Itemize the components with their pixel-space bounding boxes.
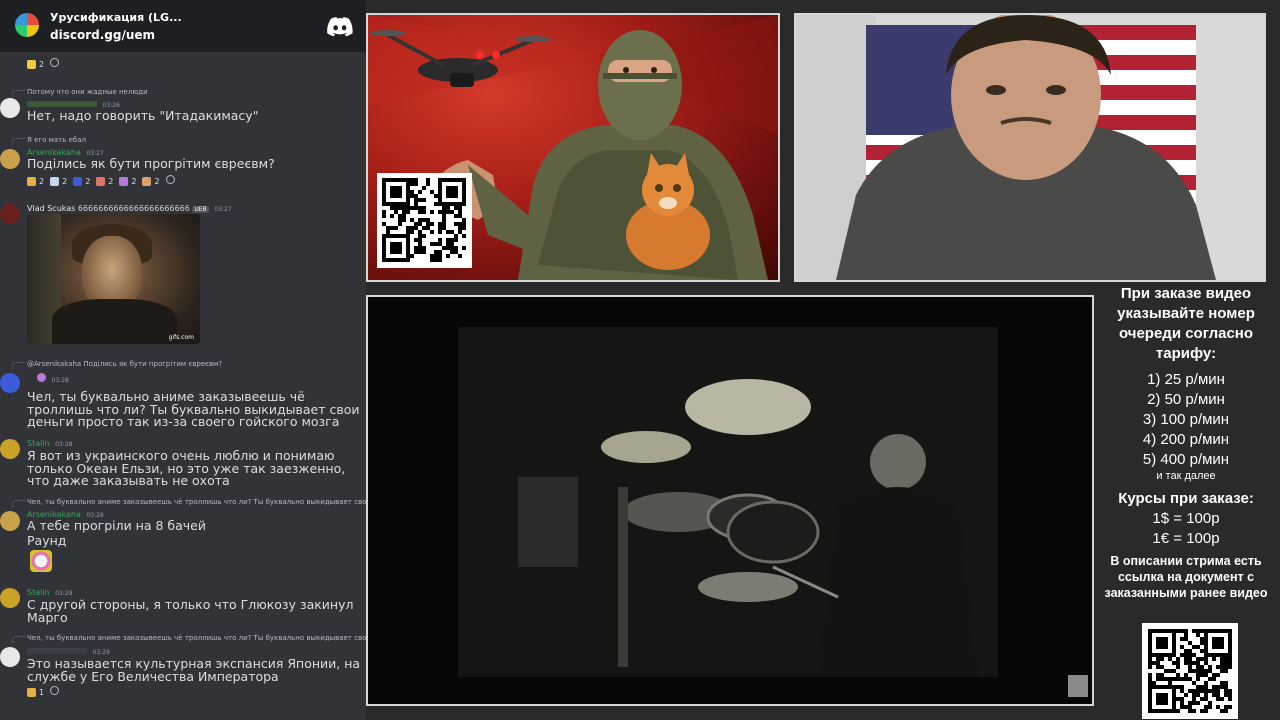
message-author[interactable]: Stalin 03:28 [27, 439, 72, 448]
message-author: 03:29 [27, 647, 110, 656]
order-info-panel: При заказе видео указывайте номер очеред… [1102, 284, 1270, 601]
message-text: Раунд [27, 533, 67, 548]
timestamp: 03:27 [214, 206, 232, 213]
message-text: Поділись як бути прогрітим євреєвм? [27, 156, 275, 171]
avatar[interactable] [0, 204, 20, 224]
message-text: Нет, надо говорить "Итадакимасу" [27, 108, 259, 123]
gif-body [52, 299, 177, 344]
chat-message: Я его мать ебал Arsenikakaha 03:27 Поділ… [0, 134, 366, 190]
discord-logo-icon [327, 17, 353, 37]
timestamp: 03:28 [55, 441, 73, 448]
reply-connector [12, 362, 25, 369]
avatar[interactable] [0, 98, 20, 118]
chat-message: 2 [0, 58, 366, 72]
chat-message: Чел, ты буквально аниме заказывеешь чё т… [0, 632, 366, 702]
emoji-icon [50, 176, 60, 186]
qr-code-icon[interactable] [1142, 623, 1238, 719]
tariff-item: 4) 200 р/мин [1142, 431, 1230, 448]
gif-attachment[interactable]: gifs.com [27, 214, 200, 344]
reaction[interactable]: 1 [27, 686, 44, 698]
tariff-item: 2) 50 р/мин [1147, 391, 1225, 408]
server-invite-link[interactable]: discord.gg/uem [50, 28, 155, 42]
emoji-icon [27, 176, 36, 186]
chat-message: Stalin 03:29 С другой стороны, я только … [0, 586, 366, 626]
emoji-icon [142, 176, 152, 186]
reply-connector [12, 138, 25, 145]
avatar[interactable] [0, 588, 20, 608]
emoji-icon [96, 176, 106, 186]
rates-heading: Курсы при заказе: [1118, 490, 1254, 507]
message-author[interactable]: Stalin 03:29 [27, 588, 72, 597]
chat-message: @Arsenikakaha Поділись як бути прогрітим… [0, 358, 366, 430]
webcam-feed [794, 13, 1266, 282]
reply-preview[interactable]: Потому что они жадные нелюди [27, 88, 148, 96]
reaction-bar: 2 [27, 58, 60, 70]
emoji-icon [27, 59, 36, 69]
rate-item: 1€ = 100р [1152, 530, 1220, 547]
message-author: 03:28 [27, 373, 69, 384]
emoji-icon [27, 687, 36, 697]
message-text: Чел, ты буквально аниме заказывеешь чё т… [27, 389, 360, 429]
reaction-bar: 2 2 2 2 2 2 [27, 175, 175, 187]
reply-preview[interactable]: Чел, ты буквально аниме заказывеешь чё т… [27, 634, 366, 642]
emoji-icon [73, 176, 83, 186]
discord-chat-panel: Урусификация (LG... discord.gg/uem 2 Пот… [0, 0, 366, 720]
avatar[interactable] [0, 647, 20, 667]
tariff-etc: и так далее [1156, 470, 1216, 482]
reaction[interactable]: 2 [119, 175, 136, 187]
reply-connector [12, 90, 25, 97]
avatar[interactable] [0, 149, 20, 169]
add-reaction-icon[interactable] [165, 175, 175, 184]
tariff-item: 5) 400 р/мин [1142, 451, 1230, 468]
reaction[interactable]: 2 [27, 58, 44, 70]
drummer-scene [368, 297, 1092, 704]
chat-message: Чел, ты буквально аниме заказывеешь чё т… [0, 496, 366, 578]
tariff-item: 1) 25 р/мин [1147, 371, 1225, 388]
role-tag: UEB [192, 206, 209, 213]
message-text: С другой стороны, я только что Глюкозу з… [27, 597, 354, 625]
timestamp: 03:29 [92, 649, 110, 656]
sticker-image[interactable] [30, 550, 52, 572]
reaction[interactable]: 2 [73, 175, 90, 187]
video-player[interactable] [366, 295, 1094, 706]
reply-preview[interactable]: @Arsenikakaha Поділись як бути прогрітим… [27, 360, 222, 368]
reaction[interactable]: 2 [50, 175, 67, 187]
reaction-bar: 1 [27, 686, 60, 698]
timestamp: 03:28 [51, 377, 69, 384]
avatar[interactable] [0, 439, 20, 459]
server-name: Урусификация (LG... [50, 11, 182, 24]
reaction[interactable]: 2 [96, 175, 113, 187]
reply-connector [12, 500, 25, 507]
reaction[interactable]: 2 [142, 175, 160, 187]
tariff-item: 3) 100 р/мин [1142, 411, 1230, 428]
chat-message: Stalin 03:28 Я вот из украинского очень … [0, 437, 366, 489]
reply-preview[interactable]: Чел, ты буквально аниме заказывеешь чё т… [27, 498, 366, 506]
avatar[interactable] [0, 511, 20, 531]
add-reaction-icon[interactable] [50, 58, 60, 67]
message-text: А тебе прогріли на 8 бачей [27, 518, 206, 533]
gif-watermark: gifs.com [168, 334, 194, 341]
chat-message: Потому что они жадные нелюди 03:26 Нет, … [0, 86, 366, 126]
add-reaction-icon[interactable] [50, 686, 60, 695]
rate-item: 1$ = 100р [1152, 510, 1220, 527]
message-text: Я вот из украинского очень люблю и поним… [27, 448, 346, 488]
avatar[interactable] [0, 373, 20, 393]
server-avatar [13, 11, 41, 39]
message-text: Это называется культурная экспансия Япон… [27, 656, 361, 684]
stream-layout: Урусификация (LG... discord.gg/uem 2 Пот… [0, 0, 1280, 720]
message-author[interactable]: Vlad Scukas 6666666666666666666666 UEB 0… [27, 204, 232, 213]
poster-image [366, 13, 780, 282]
timestamp: 03:29 [55, 590, 73, 597]
order-instructions: При заказе видео указывайте номер очеред… [1117, 285, 1255, 362]
reply-preview[interactable]: Я его мать ебал [27, 136, 86, 144]
webcam-scene [796, 15, 1264, 280]
description-note: В описании стрима есть ссылка на докумен… [1104, 554, 1268, 600]
reaction[interactable]: 2 [27, 175, 44, 187]
reply-connector [12, 636, 25, 643]
qr-code-icon[interactable] [377, 173, 472, 268]
emoji-icon [119, 176, 129, 186]
server-header[interactable]: Урусификация (LG... discord.gg/uem [0, 0, 366, 52]
